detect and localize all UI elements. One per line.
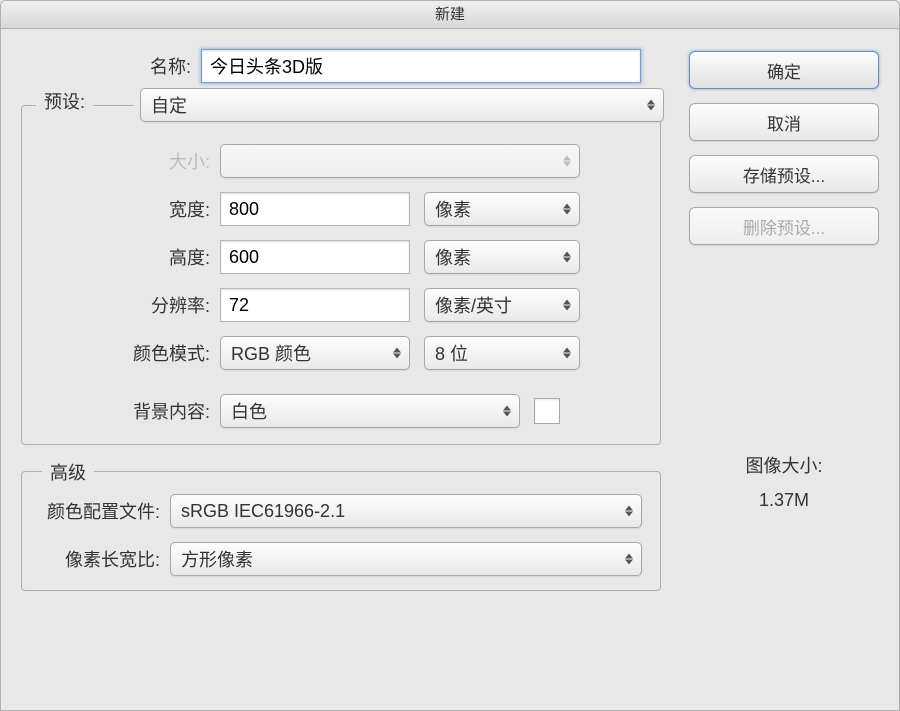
height-input[interactable] [220, 240, 410, 274]
pixel-aspect-dropdown[interactable]: 方形像素 [170, 542, 642, 576]
preset-fieldset: 预设: 自定 大小: [21, 105, 661, 445]
chevron-updown-icon [625, 506, 633, 517]
resolution-input[interactable] [220, 288, 410, 322]
ok-button[interactable]: 确定 [689, 51, 879, 89]
background-label: 背景内容: [40, 398, 220, 424]
color-mode-dropdown[interactable]: RGB 颜色 [220, 336, 410, 370]
image-size-info: 图像大小: 1.37M [689, 449, 879, 517]
resolution-label: 分辨率: [40, 292, 220, 318]
chevron-updown-icon [563, 204, 571, 215]
size-label: 大小: [40, 148, 220, 174]
background-color-swatch[interactable] [534, 398, 560, 424]
save-preset-button[interactable]: 存储预设... [689, 155, 879, 193]
chevron-updown-icon [503, 406, 511, 417]
chevron-updown-icon [647, 100, 655, 111]
width-input[interactable] [220, 192, 410, 226]
advanced-legend: 高级 [42, 459, 94, 485]
color-profile-dropdown[interactable]: sRGB IEC61966-2.1 [170, 494, 642, 528]
height-unit-dropdown[interactable]: 像素 [424, 240, 580, 274]
chevron-updown-icon [393, 348, 401, 359]
chevron-updown-icon [563, 252, 571, 263]
preset-dropdown[interactable]: 自定 [140, 88, 664, 122]
height-label: 高度: [40, 244, 220, 270]
image-size-label: 图像大小: [689, 449, 879, 483]
preset-label: 预设: [44, 88, 85, 114]
chevron-updown-icon [563, 156, 571, 167]
background-dropdown[interactable]: 白色 [220, 394, 520, 428]
color-mode-label: 颜色模式: [40, 340, 220, 366]
name-input[interactable] [201, 49, 641, 83]
chevron-updown-icon [563, 348, 571, 359]
pixel-aspect-label: 像素长宽比: [40, 546, 170, 572]
bit-depth-dropdown[interactable]: 8 位 [424, 336, 580, 370]
delete-preset-button: 删除预设... [689, 207, 879, 245]
width-unit-dropdown[interactable]: 像素 [424, 192, 580, 226]
image-size-value: 1.37M [689, 483, 879, 517]
color-profile-label: 颜色配置文件: [40, 498, 170, 524]
window-title: 新建 [435, 6, 465, 23]
resolution-unit-dropdown[interactable]: 像素/英寸 [424, 288, 580, 322]
width-label: 宽度: [40, 196, 220, 222]
name-label: 名称: [21, 53, 201, 79]
advanced-fieldset: 高级 颜色配置文件: sRGB IEC61966-2.1 像素长宽比: 方形 [21, 471, 661, 591]
new-document-dialog: 新建 名称: 预设: 自定 [0, 0, 900, 711]
window-titlebar: 新建 [1, 1, 899, 29]
cancel-button[interactable]: 取消 [689, 103, 879, 141]
chevron-updown-icon [563, 300, 571, 311]
size-dropdown [220, 144, 580, 178]
chevron-updown-icon [625, 554, 633, 565]
